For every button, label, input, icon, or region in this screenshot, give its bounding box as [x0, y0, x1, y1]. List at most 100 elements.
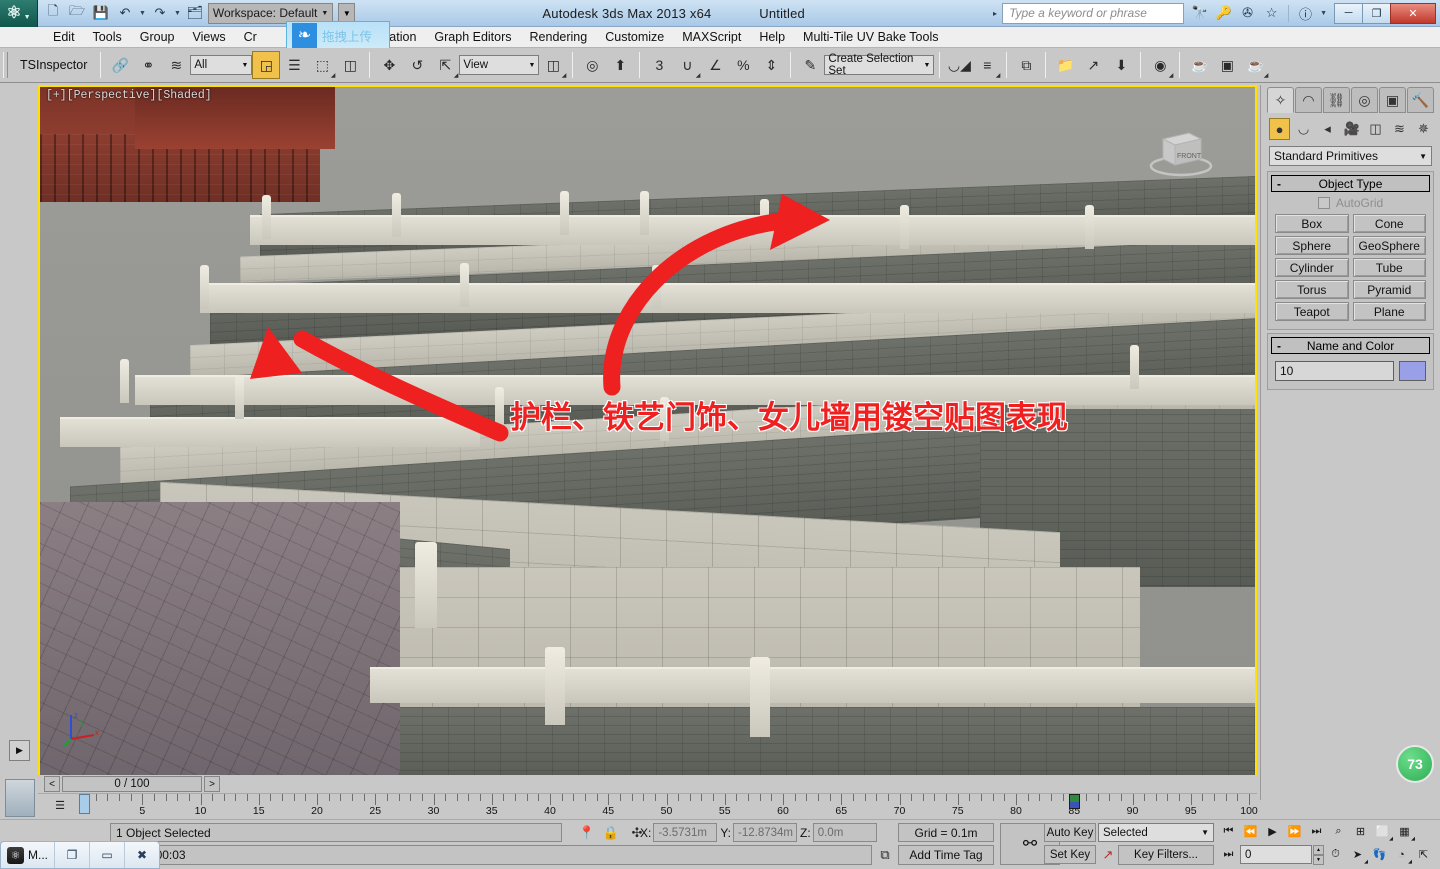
- menu-item-edit[interactable]: Edit: [44, 27, 84, 48]
- zoom-region-icon[interactable]: ⊞: [1350, 821, 1371, 842]
- teapot-button[interactable]: Teapot: [1275, 302, 1349, 321]
- box-button[interactable]: Box: [1275, 214, 1349, 233]
- spinner-snap-toggle-icon[interactable]: ⇕: [757, 51, 785, 79]
- key-filters-curve-icon[interactable]: ↗: [1098, 845, 1118, 865]
- previous-frame-button[interactable]: <: [44, 776, 60, 792]
- cylinder-button[interactable]: Cylinder: [1275, 258, 1349, 277]
- render-setup-icon[interactable]: ☕: [1185, 51, 1213, 79]
- menu-item-views[interactable]: Views: [183, 27, 234, 48]
- object-name-input[interactable]: 10: [1275, 361, 1394, 381]
- isolate-selection-icon[interactable]: 📍: [576, 823, 598, 842]
- pyramid-button[interactable]: Pyramid: [1352, 280, 1426, 299]
- rectangular-selection-region-icon[interactable]: ⬚ ◢: [308, 51, 336, 80]
- perspective-viewport[interactable]: 护栏、铁艺门饰、女儿墙用镂空贴图表现 FRONT z x y [+][Persp…: [38, 85, 1257, 777]
- autogrid-checkbox[interactable]: [1317, 197, 1330, 209]
- key-filter-dropdown[interactable]: Selected ▼: [1098, 823, 1214, 842]
- name-and-color-rollout-header[interactable]: - Name and Color: [1271, 337, 1430, 354]
- mirror-icon[interactable]: ◡◢: [945, 51, 973, 79]
- material-editor-icon[interactable]: ◉ ◢: [1146, 51, 1174, 80]
- redo-dropdown-icon[interactable]: ▼: [173, 10, 182, 17]
- key-mode-step-icon[interactable]: ⏭: [1218, 844, 1239, 865]
- cone-button[interactable]: Cone: [1352, 214, 1426, 233]
- toolbar-grip[interactable]: [3, 52, 8, 78]
- left-flyout-button[interactable]: ▶: [9, 740, 30, 761]
- chevron-right-icon[interactable]: ▸: [988, 9, 1002, 18]
- plane-button[interactable]: Plane: [1352, 302, 1426, 321]
- unlink-selection-icon[interactable]: ⚭: [134, 51, 162, 79]
- menu-item-rendering[interactable]: Rendering: [521, 27, 597, 48]
- geometry-icon[interactable]: ●: [1269, 118, 1291, 140]
- edit-named-selection-sets-icon[interactable]: ✎: [796, 51, 824, 79]
- key-filters-button[interactable]: Key Filters...: [1118, 845, 1214, 865]
- select-and-rotate-icon[interactable]: ↺: [403, 51, 431, 79]
- systems-icon[interactable]: ✵: [1413, 118, 1434, 140]
- next-frame-button[interactable]: >: [204, 776, 220, 792]
- select-and-scale-icon[interactable]: ⇱ ◢: [431, 51, 459, 80]
- search-input[interactable]: Type a keyword or phrase: [1002, 2, 1185, 24]
- time-slider-handle[interactable]: [79, 794, 90, 814]
- open-file-icon[interactable]: 🗁: [66, 3, 88, 24]
- rendered-frame-window-icon[interactable]: ▣: [1213, 51, 1241, 79]
- scene-explorer-icon[interactable]: 📁: [1051, 51, 1079, 79]
- modify-tab[interactable]: ◠: [1295, 87, 1322, 113]
- close-button[interactable]: ✕: [1390, 2, 1436, 24]
- pan-view-icon[interactable]: ➤ ◢: [1347, 844, 1368, 865]
- viewport-label[interactable]: [+][Perspective][Shaded]: [46, 89, 212, 102]
- arc-rotate-icon[interactable]: ◔ ◢: [1391, 844, 1412, 866]
- named-selection-set-dropdown[interactable]: Create Selection Set ▼: [824, 53, 935, 77]
- restore-button[interactable]: ❐: [1362, 2, 1391, 24]
- frame-readout[interactable]: 0 / 100: [62, 776, 202, 792]
- percent-snap-toggle-icon[interactable]: %: [729, 51, 757, 79]
- snap-magnet-icon[interactable]: ∪ ◢: [673, 51, 701, 80]
- set-key-button[interactable]: Set Key: [1044, 845, 1096, 864]
- minimize-button[interactable]: ─: [1334, 2, 1363, 24]
- favorites-star-icon[interactable]: ☆: [1261, 3, 1282, 23]
- save-file-icon[interactable]: 💾: [90, 3, 112, 24]
- display-tab[interactable]: ▣: [1379, 87, 1406, 113]
- select-object-icon[interactable]: ◲: [252, 51, 281, 79]
- y-field[interactable]: -12.8734m: [733, 823, 798, 842]
- select-by-name-icon[interactable]: ☰: [280, 51, 308, 79]
- torus-button[interactable]: Torus: [1275, 280, 1349, 299]
- add-time-tag-icon[interactable]: ⧉: [874, 845, 896, 865]
- render-production-icon[interactable]: ☕ ◢: [1241, 51, 1269, 80]
- hierarchy-tab[interactable]: ⛓: [1323, 87, 1350, 113]
- cameras-icon[interactable]: 🎥: [1341, 118, 1362, 140]
- align-to-view-icon[interactable]: ⬆: [606, 51, 634, 79]
- subscription-icon[interactable]: ✇: [1237, 3, 1258, 23]
- taskbar-restore-button[interactable]: ❐: [54, 842, 89, 868]
- motion-tab[interactable]: ◎: [1351, 87, 1378, 113]
- menu-item-help[interactable]: Help: [750, 27, 794, 48]
- x-field[interactable]: -3.5731m: [653, 823, 718, 842]
- go-to-start-icon[interactable]: ⏮: [1218, 821, 1239, 842]
- menu-item-customize[interactable]: Customize: [596, 27, 673, 48]
- taskbar-item[interactable]: ⚛ M...: [1, 842, 54, 868]
- select-and-link-icon[interactable]: 🔗: [106, 51, 134, 79]
- use-pivot-center-icon[interactable]: ◫ ◢: [539, 51, 567, 80]
- baidu-upload-tab[interactable]: ❧ 拖拽上传: [286, 21, 390, 48]
- menu-item-graph-editors[interactable]: Graph Editors: [425, 27, 520, 48]
- time-configuration-icon[interactable]: ⏱: [1325, 844, 1346, 865]
- sphere-button[interactable]: Sphere: [1275, 236, 1349, 255]
- play-animation-icon[interactable]: ▶: [1262, 821, 1283, 842]
- menu-item-tools[interactable]: Tools: [84, 27, 131, 48]
- new-file-icon[interactable]: 🗋: [42, 3, 64, 24]
- select-and-move-icon[interactable]: ✥: [375, 51, 403, 79]
- undo-icon[interactable]: ↶: [114, 3, 136, 24]
- select-and-manipulate-icon[interactable]: ◎: [578, 51, 606, 79]
- schematic-view-icon[interactable]: ⬇: [1107, 51, 1135, 79]
- curve-editor-icon[interactable]: ↗: [1079, 51, 1107, 79]
- track-bar[interactable]: ☰ 05101520253035404550556065707580859095…: [38, 793, 1258, 819]
- open-mini-curve-editor-icon[interactable]: ☰: [48, 797, 72, 814]
- application-menu-button[interactable]: ⚛ ▼: [0, 0, 38, 27]
- space-warps-icon[interactable]: ≋: [1389, 118, 1410, 140]
- redo-icon[interactable]: ↷: [149, 3, 171, 24]
- walk-through-icon[interactable]: 👣: [1369, 844, 1390, 865]
- object-color-swatch[interactable]: [1399, 361, 1426, 381]
- project-folder-icon[interactable]: 🗂: [184, 3, 206, 24]
- zoom-extents-icon[interactable]: ⬜ ◢: [1372, 821, 1393, 842]
- menu-item-multi-tile-uv-bake-tools[interactable]: Multi-Tile UV Bake Tools: [794, 27, 947, 48]
- auto-key-button[interactable]: Auto Key: [1044, 823, 1096, 842]
- taskbar-close-button[interactable]: ✖: [124, 842, 159, 868]
- keyframe-marker[interactable]: [1069, 794, 1081, 809]
